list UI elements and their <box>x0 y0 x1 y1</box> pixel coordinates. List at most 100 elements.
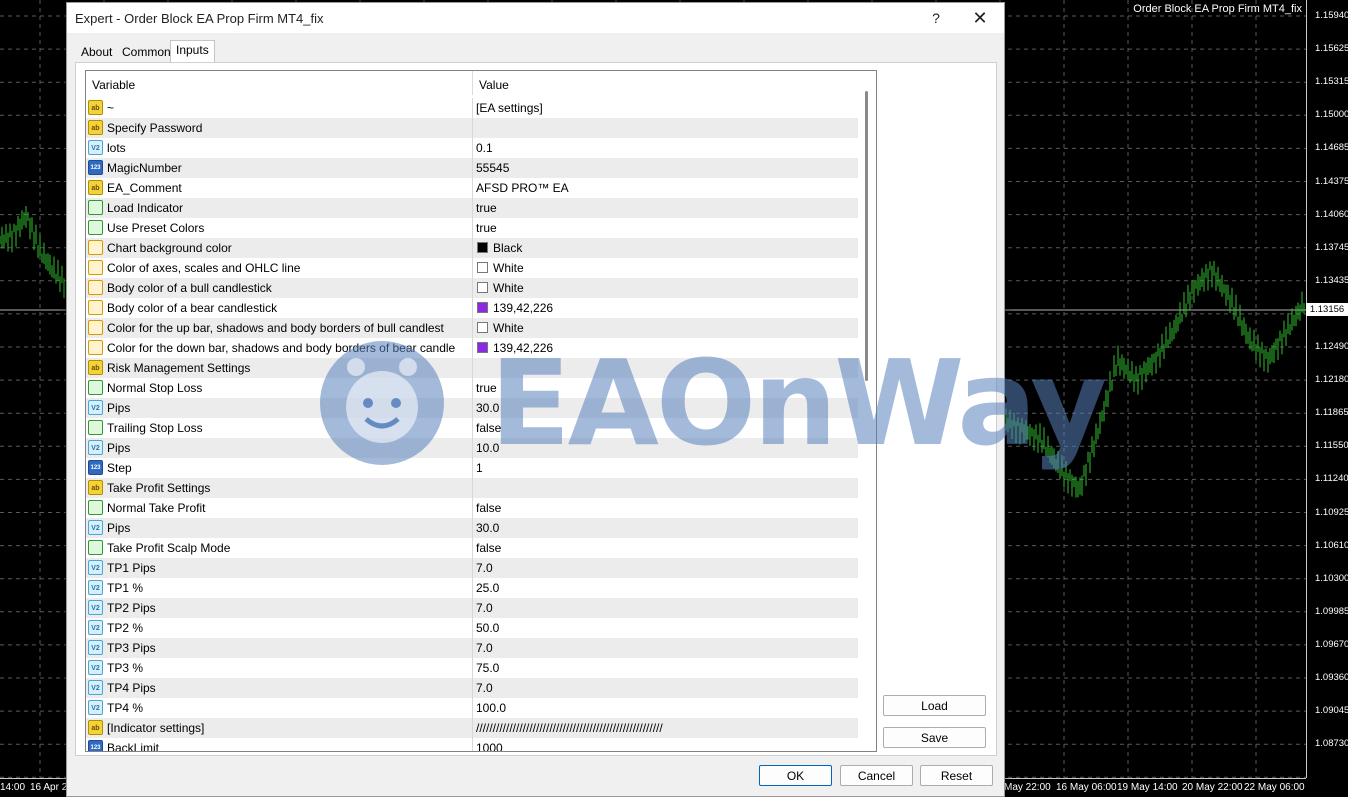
variable-cell[interactable]: Use Preset Colors <box>86 218 473 238</box>
value-cell[interactable]: 139,42,226 <box>473 298 856 318</box>
input-row[interactable]: Body color of a bear candlestick 139,42,2… <box>86 298 858 318</box>
variable-cell[interactable]: V2 TP3 % <box>86 658 473 678</box>
value-cell[interactable]: [EA settings] <box>473 98 856 118</box>
value-cell[interactable]: White <box>473 258 856 278</box>
title-bar[interactable]: Expert - Order Block EA Prop Firm MT4_fi… <box>67 3 1004 33</box>
variable-cell[interactable]: V2 TP1 % <box>86 578 473 598</box>
variable-cell[interactable]: Body color of a bear candlestick <box>86 298 473 318</box>
value-cell[interactable]: 30.0 <box>473 398 856 418</box>
variable-cell[interactable]: V2 TP3 Pips <box>86 638 473 658</box>
value-cell[interactable]: 1 <box>473 458 856 478</box>
value-cell[interactable]: 50.0 <box>473 618 856 638</box>
variable-cell[interactable]: V2 TP2 Pips <box>86 598 473 618</box>
value-cell[interactable] <box>473 358 856 378</box>
input-row[interactable]: V2 TP3 % 75.0 <box>86 658 858 678</box>
value-cell[interactable]: 100.0 <box>473 698 856 718</box>
variable-cell[interactable]: V2 TP4 % <box>86 698 473 718</box>
color-swatch[interactable] <box>477 302 488 313</box>
input-row[interactable]: Color of axes, scales and OHLC line White <box>86 258 858 278</box>
variable-cell[interactable]: V2 TP4 Pips <box>86 678 473 698</box>
variable-cell[interactable]: ab EA_Comment <box>86 178 473 198</box>
variable-cell[interactable]: ab Specify Password <box>86 118 473 138</box>
input-row[interactable]: Color for the up bar, shadows and body b… <box>86 318 858 338</box>
value-cell[interactable] <box>473 478 856 498</box>
input-row[interactable]: ab Take Profit Settings <box>86 478 858 498</box>
save-button[interactable]: Save <box>883 727 986 748</box>
input-row[interactable]: ab ~ [EA settings] <box>86 98 858 118</box>
color-swatch[interactable] <box>477 322 488 333</box>
value-cell[interactable]: true <box>473 218 856 238</box>
scrollbar-thumb[interactable] <box>865 91 868 381</box>
input-row[interactable]: V2 lots 0.1 <box>86 138 858 158</box>
input-row[interactable]: V2 TP1 % 25.0 <box>86 578 858 598</box>
value-cell[interactable] <box>473 118 856 138</box>
variable-cell[interactable]: V2 lots <box>86 138 473 158</box>
color-swatch[interactable] <box>477 342 488 353</box>
variable-cell[interactable]: V2 TP1 Pips <box>86 558 473 578</box>
variable-cell[interactable]: Color of axes, scales and OHLC line <box>86 258 473 278</box>
input-row[interactable]: Trailing Stop Loss false <box>86 418 858 438</box>
value-cell[interactable]: true <box>473 198 856 218</box>
input-row[interactable]: 123 BackLimit 1000 <box>86 738 858 751</box>
input-row[interactable]: Use Preset Colors true <box>86 218 858 238</box>
value-cell[interactable]: AFSD PRO™ EA <box>473 178 856 198</box>
value-cell[interactable]: false <box>473 418 856 438</box>
value-cell[interactable]: Black <box>473 238 856 258</box>
value-cell[interactable]: true <box>473 378 856 398</box>
inputs-grid[interactable]: Variable Value ab ~ [EA settings] ab Specify… <box>85 70 877 752</box>
input-row[interactable]: V2 TP2 Pips 7.0 <box>86 598 858 618</box>
variable-cell[interactable]: Load Indicator <box>86 198 473 218</box>
value-cell[interactable]: 0.1 <box>473 138 856 158</box>
value-cell[interactable]: White <box>473 318 856 338</box>
variable-cell[interactable]: ab ~ <box>86 98 473 118</box>
price-scale[interactable]: 1.15940 1.15625 1.15315 1.15000 1.14685 1.143… <box>1306 0 1348 778</box>
input-row[interactable]: 123 MagicNumber 55545 <box>86 158 858 178</box>
reset-button[interactable]: Reset <box>920 765 993 786</box>
value-cell[interactable]: 1000 <box>473 738 856 751</box>
value-cell[interactable]: 55545 <box>473 158 856 178</box>
input-row[interactable]: ab Risk Management Settings <box>86 358 858 378</box>
input-row[interactable]: V2 TP4 % 100.0 <box>86 698 858 718</box>
variable-cell[interactable]: Normal Take Profit <box>86 498 473 518</box>
value-cell[interactable]: 7.0 <box>473 638 856 658</box>
tab-about[interactable]: About <box>75 42 118 63</box>
input-row[interactable]: V2 TP3 Pips 7.0 <box>86 638 858 658</box>
vertical-scrollbar[interactable] <box>858 71 875 751</box>
variable-cell[interactable]: V2 TP2 % <box>86 618 473 638</box>
input-row[interactable]: 123 Step 1 <box>86 458 858 478</box>
value-cell[interactable]: 7.0 <box>473 558 856 578</box>
input-row[interactable]: V2 TP2 % 50.0 <box>86 618 858 638</box>
value-cell[interactable]: ////////////////////////////////////////… <box>473 718 856 738</box>
close-button[interactable]: ✕ <box>969 7 991 29</box>
tab-inputs[interactable]: Inputs <box>170 40 215 62</box>
input-row[interactable]: Body color of a bull candlestick White <box>86 278 858 298</box>
variable-cell[interactable]: V2 Pips <box>86 438 473 458</box>
value-cell[interactable]: false <box>473 538 856 558</box>
tab-common[interactable]: Common <box>116 42 177 63</box>
value-cell[interactable]: 75.0 <box>473 658 856 678</box>
column-header-value[interactable]: Value <box>473 71 859 95</box>
input-row[interactable]: ab [Indicator settings] //////////////////… <box>86 718 858 738</box>
value-cell[interactable]: 25.0 <box>473 578 856 598</box>
value-cell[interactable]: 30.0 <box>473 518 856 538</box>
input-row[interactable]: V2 Pips 30.0 <box>86 398 858 418</box>
input-row[interactable]: Take Profit Scalp Mode false <box>86 538 858 558</box>
variable-cell[interactable]: ab [Indicator settings] <box>86 718 473 738</box>
help-button[interactable]: ? <box>925 7 947 29</box>
variable-cell[interactable]: 123 Step <box>86 458 473 478</box>
variable-cell[interactable]: V2 Pips <box>86 518 473 538</box>
value-cell[interactable]: White <box>473 278 856 298</box>
variable-cell[interactable]: Normal Stop Loss <box>86 378 473 398</box>
load-button[interactable]: Load <box>883 695 986 716</box>
variable-cell[interactable]: ab Risk Management Settings <box>86 358 473 378</box>
color-swatch[interactable] <box>477 282 488 293</box>
input-row[interactable]: Chart background color Black <box>86 238 858 258</box>
variable-cell[interactable]: Color for the down bar, shadows and body… <box>86 338 473 358</box>
value-cell[interactable]: false <box>473 498 856 518</box>
variable-cell[interactable]: Body color of a bull candlestick <box>86 278 473 298</box>
input-row[interactable]: Normal Stop Loss true <box>86 378 858 398</box>
input-row[interactable]: V2 TP1 Pips 7.0 <box>86 558 858 578</box>
color-swatch[interactable] <box>477 242 488 253</box>
input-row[interactable]: ab EA_Comment AFSD PRO™ EA <box>86 178 858 198</box>
color-swatch[interactable] <box>477 262 488 273</box>
